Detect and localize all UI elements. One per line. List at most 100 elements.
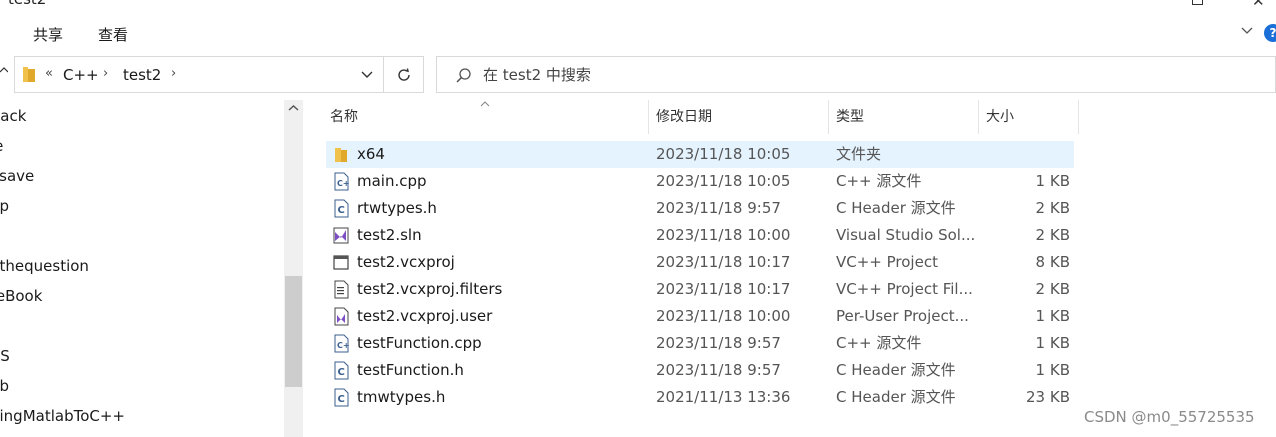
navigation-pane: Back le osave up K nthequestion reBook A… <box>0 100 284 437</box>
nav-item[interactable]: ningMatlabToC++ <box>0 401 284 431</box>
chevron-down-icon[interactable] <box>1240 24 1254 38</box>
breadcrumb-overflow[interactable]: « <box>45 66 53 81</box>
column-divider[interactable] <box>978 100 979 134</box>
file-date: 2023/11/18 10:00 <box>656 226 791 244</box>
sort-ascending-icon <box>480 101 490 107</box>
file-row[interactable]: Crtwtypes.h 2023/11/18 9:57 C Header 源文件 2 … <box>326 195 1074 222</box>
folder-icon <box>332 145 350 164</box>
column-header-type[interactable]: 类型 <box>836 100 864 134</box>
breadcrumb-separator-icon[interactable]: › <box>103 66 108 81</box>
search-input[interactable] <box>483 64 1083 86</box>
cpp-file-icon: C+ <box>332 334 350 353</box>
file-type: VC++ Project <box>836 253 938 271</box>
header-file-icon: C <box>332 361 350 380</box>
file-date: 2023/11/18 9:57 <box>656 334 781 352</box>
svg-text:C+: C+ <box>337 179 350 188</box>
file-type: Visual Studio Sol... <box>836 226 976 244</box>
file-size: 2 KB <box>1035 199 1070 217</box>
column-header-size[interactable]: 大小 <box>986 100 1014 134</box>
file-date: 2023/11/18 9:57 <box>656 361 781 379</box>
file-size: 2 KB <box>1035 226 1070 244</box>
file-date: 2021/11/13 13:36 <box>656 388 791 406</box>
file-name: x64 <box>357 145 385 163</box>
svg-text:C: C <box>338 205 345 216</box>
nav-item[interactable]: ub <box>0 371 284 401</box>
user-file-icon <box>332 307 350 326</box>
file-name: test2.vcxproj.user <box>357 307 493 325</box>
nav-item[interactable]: AS <box>0 341 284 371</box>
file-row[interactable]: test2.vcxproj.filters 2023/11/18 10:17 VC+… <box>326 276 1074 303</box>
file-type: C Header 源文件 <box>836 199 956 217</box>
up-arrow-icon[interactable] <box>0 66 8 80</box>
file-size: 23 KB <box>1026 388 1070 406</box>
nav-item[interactable]: osave <box>0 161 284 191</box>
maximize-icon[interactable] <box>1192 0 1203 5</box>
nav-item[interactable]: le <box>0 131 284 161</box>
file-date: 2023/11/18 10:00 <box>656 307 791 325</box>
tab-view[interactable]: 查看 <box>98 24 128 45</box>
cpp-file-icon: C+ <box>332 172 350 191</box>
breadcrumb-separator-icon[interactable]: › <box>171 66 176 81</box>
search-icon <box>456 68 471 83</box>
file-type: C Header 源文件 <box>836 388 956 406</box>
file-name: testFunction.h <box>357 361 464 379</box>
file-row[interactable]: test2.vcxproj.user 2023/11/18 10:00 Per-Us… <box>326 303 1074 330</box>
address-bar[interactable]: « C++ › test2 › <box>14 56 384 93</box>
column-divider[interactable] <box>828 100 829 134</box>
file-name: main.cpp <box>357 172 427 190</box>
file-row[interactable]: C+ main.cpp 2023/11/18 10:05 C++ 源文件 1 KB <box>326 168 1074 195</box>
file-name: testFunction.cpp <box>357 334 482 352</box>
column-divider[interactable] <box>648 100 649 134</box>
search-box[interactable] <box>436 56 1276 93</box>
file-row[interactable]: test2.sln 2023/11/18 10:00 Visual Studio S… <box>326 222 1074 249</box>
nav-item[interactable]: nthequestion <box>0 251 284 281</box>
scrollbar-thumb[interactable] <box>285 276 302 387</box>
file-name: tmwtypes.h <box>357 388 446 406</box>
file-row[interactable]: CtestFunction.h 2023/11/18 9:57 C Header 源… <box>326 357 1074 384</box>
nav-item[interactable] <box>0 311 284 341</box>
file-date: 2023/11/18 10:17 <box>656 253 791 271</box>
svg-text:C: C <box>338 394 345 405</box>
file-size: 2 KB <box>1035 280 1070 298</box>
column-header-date[interactable]: 修改日期 <box>656 100 712 134</box>
help-icon[interactable]: ? <box>1264 24 1276 42</box>
column-divider[interactable] <box>1078 100 1079 134</box>
file-row[interactable]: test2.vcxproj 2023/11/18 10:17 VC++ Projec… <box>326 249 1074 276</box>
window-title: test2 <box>8 0 46 8</box>
title-bar: test2 ✕ <box>0 0 1276 14</box>
nav-item[interactable]: Back <box>0 101 284 131</box>
tab-share[interactable]: 共享 <box>33 24 63 45</box>
breadcrumb-test2[interactable]: test2 <box>123 66 161 84</box>
file-size: 1 KB <box>1035 307 1070 325</box>
vcxproj-file-icon <box>332 253 350 272</box>
refresh-button[interactable] <box>384 56 424 93</box>
file-type: Per-User Project... <box>836 307 969 325</box>
file-type: C Header 源文件 <box>836 361 956 379</box>
file-date: 2023/11/18 10:17 <box>656 280 791 298</box>
nav-scrollbar[interactable] <box>284 100 303 437</box>
file-row[interactable]: Ctmwtypes.h 2021/11/13 13:36 C Header 源文件 2… <box>326 384 1074 411</box>
file-name: rtwtypes.h <box>357 199 437 217</box>
breadcrumb-cpp[interactable]: C++ <box>63 66 99 84</box>
file-size: 8 KB <box>1035 253 1070 271</box>
chevron-down-icon[interactable] <box>360 69 374 81</box>
file-row[interactable]: C+ testFunction.cpp 2023/11/18 9:57 C++ 源文件… <box>326 330 1074 357</box>
file-type: VC++ Project Fil... <box>836 280 973 298</box>
file-size: 1 KB <box>1035 172 1070 190</box>
file-size: 1 KB <box>1035 334 1070 352</box>
file-row[interactable]: x64 2023/11/18 10:05 文件夹 <box>326 141 1074 168</box>
file-size: 1 KB <box>1035 361 1070 379</box>
nav-item[interactable]: up <box>0 191 284 221</box>
file-name: test2.vcxproj <box>357 253 455 271</box>
nav-item[interactable]: K <box>0 221 284 251</box>
svg-text:C: C <box>338 367 345 378</box>
scroll-up-icon[interactable] <box>288 104 299 112</box>
svg-text:C+: C+ <box>337 341 350 350</box>
refresh-icon <box>398 68 410 81</box>
header-file-icon: C <box>332 388 350 407</box>
file-name: test2.vcxproj.filters <box>357 280 503 298</box>
solution-file-icon <box>332 226 350 245</box>
column-header-name[interactable]: 名称 <box>330 100 358 134</box>
close-icon[interactable]: ✕ <box>1252 0 1265 10</box>
nav-item[interactable]: reBook <box>0 281 284 311</box>
